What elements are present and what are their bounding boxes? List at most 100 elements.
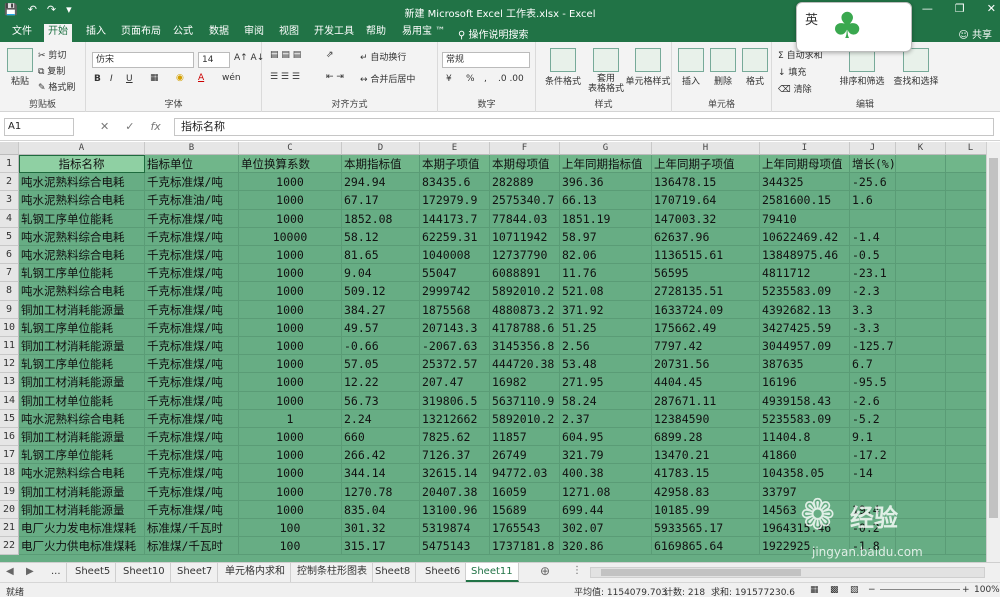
column-header[interactable]: A xyxy=(19,142,145,155)
grid-cell[interactable]: 53.48 xyxy=(560,355,652,374)
grid-cell[interactable]: 266.42 xyxy=(342,446,420,465)
grid-cell[interactable]: 144173.7 xyxy=(420,209,490,228)
close-icon[interactable]: ✕ xyxy=(987,2,996,15)
grid-cell[interactable]: 4939158.43 xyxy=(760,391,850,410)
grid-cell[interactable]: 396.36 xyxy=(560,173,652,192)
grid-cell[interactable]: 172979.9 xyxy=(420,191,490,210)
scroll-thumb[interactable] xyxy=(989,158,998,518)
row-header[interactable]: 2 xyxy=(0,173,19,192)
grid-cell[interactable]: 2581600.15 xyxy=(760,191,850,210)
grid-cell[interactable]: 11404.8 xyxy=(760,428,850,447)
grid-cell[interactable]: -0.66 xyxy=(342,337,420,356)
grid-cell[interactable]: 6.7 xyxy=(850,355,896,374)
grid-cell[interactable]: 41783.15 xyxy=(652,464,760,483)
grid-cell[interactable]: 吨水泥熟料综合电耗 xyxy=(19,173,145,192)
grid-cell[interactable]: 1633724.09 xyxy=(652,300,760,319)
grid-cell[interactable] xyxy=(896,373,946,392)
column-header[interactable]: C xyxy=(239,142,342,155)
row-header[interactable]: 9 xyxy=(0,300,19,319)
grid-cell[interactable]: 千克标准煤/吨 xyxy=(145,355,239,374)
grid-cell[interactable]: 1 xyxy=(239,409,342,428)
column-header[interactable]: D xyxy=(342,142,420,155)
grid-cell[interactable]: 10711942 xyxy=(490,227,560,246)
grid-cell[interactable] xyxy=(896,337,946,356)
header-cell[interactable]: 本期子项值 xyxy=(420,155,490,174)
sheet-tab-sheet11[interactable]: Sheet11 xyxy=(466,563,519,582)
grid-cell[interactable]: 13470.21 xyxy=(652,446,760,465)
grid-cell[interactable]: 千克标准煤/吨 xyxy=(145,373,239,392)
grid-cell[interactable]: 509.12 xyxy=(342,282,420,301)
grid-cell[interactable]: -25.6 xyxy=(850,173,896,192)
row-header[interactable]: 12 xyxy=(0,355,19,374)
sort-filter-button[interactable]: 排序和筛选 xyxy=(838,48,886,87)
grid-cell[interactable]: -2067.63 xyxy=(420,337,490,356)
grid-cell[interactable]: -5.2 xyxy=(850,409,896,428)
grid-cell[interactable]: 100 xyxy=(239,537,342,556)
tell-me-search[interactable]: ⚲ 操作说明搜索 xyxy=(458,26,529,41)
sheet-tab-bar-chart[interactable]: 控制条柱形图表 xyxy=(292,563,373,582)
sheet-tab-sheet7[interactable]: Sheet7 xyxy=(172,563,219,582)
grid-cell[interactable]: 铜加工材消耗能源量 xyxy=(19,300,145,319)
fill-color-icon[interactable]: ◉ xyxy=(176,73,184,83)
grid-cell[interactable]: 104358.05 xyxy=(760,464,850,483)
grid-cell[interactable]: 319806.5 xyxy=(420,391,490,410)
tab-help[interactable]: 帮助 xyxy=(362,25,390,42)
column-header[interactable]: J xyxy=(850,142,896,155)
name-box[interactable]: A1 xyxy=(4,118,74,136)
grid-cell[interactable]: -14 xyxy=(850,464,896,483)
grid-cell[interactable]: 77844.03 xyxy=(490,209,560,228)
grid-cell[interactable]: 4404.45 xyxy=(652,373,760,392)
grid-cell[interactable] xyxy=(896,446,946,465)
grid-cell[interactable]: 344325 xyxy=(760,173,850,192)
row-header[interactable]: 7 xyxy=(0,264,19,283)
grid-cell[interactable]: 12384590 xyxy=(652,409,760,428)
insert-function-icon[interactable]: fx xyxy=(150,120,160,133)
grid-cell[interactable]: 1000 xyxy=(239,318,342,337)
grid-cell[interactable]: 吨水泥熟料综合电耗 xyxy=(19,464,145,483)
enter-icon[interactable]: ✓ xyxy=(125,120,134,133)
grid-cell[interactable]: 1040008 xyxy=(420,246,490,265)
tab-yiyongbao[interactable]: 易用宝 ™ xyxy=(398,25,449,42)
grid-cell[interactable]: 12737790 xyxy=(490,246,560,265)
grid-cell[interactable]: 67.17 xyxy=(342,191,420,210)
grid-cell[interactable]: 16982 xyxy=(490,373,560,392)
grid-cell[interactable]: 1852.08 xyxy=(342,209,420,228)
wrap-text-button[interactable]: ↵ 自动换行 xyxy=(360,50,406,63)
row-header[interactable]: 10 xyxy=(0,318,19,337)
row-header[interactable]: 14 xyxy=(0,391,19,410)
grid-cell[interactable]: -2.3 xyxy=(850,282,896,301)
grid-cell[interactable]: 1737181.8 xyxy=(490,537,560,556)
row-header[interactable]: 11 xyxy=(0,337,19,356)
grid-cell[interactable]: 400.38 xyxy=(560,464,652,483)
grid-cell[interactable]: -3.3 xyxy=(850,318,896,337)
grid-cell[interactable]: 66.13 xyxy=(560,191,652,210)
insert-cells-button[interactable]: 插入 xyxy=(676,48,706,87)
grid-cell[interactable]: 604.95 xyxy=(560,428,652,447)
header-cell[interactable] xyxy=(896,155,946,174)
align-top-icon[interactable]: ▤ ▤ ▤ xyxy=(270,50,301,60)
grid-cell[interactable]: 207.47 xyxy=(420,373,490,392)
grid-cell[interactable]: 81.65 xyxy=(342,246,420,265)
clear-button[interactable]: ⌫ 清除 xyxy=(778,82,812,95)
grid-cell[interactable]: 371.92 xyxy=(560,300,652,319)
zoom-in-icon[interactable]: + xyxy=(962,585,970,595)
tab-view[interactable]: 视图 xyxy=(275,25,303,42)
grid-cell[interactable]: 1875568 xyxy=(420,300,490,319)
select-all-corner[interactable] xyxy=(0,142,19,155)
grid-cell[interactable]: 3145356.8 xyxy=(490,337,560,356)
sheet-tab-more[interactable]: ... xyxy=(46,563,67,582)
next-sheet-icon[interactable]: ▶ xyxy=(26,566,34,577)
grid-cell[interactable]: -23.1 xyxy=(850,264,896,283)
grid-cell[interactable]: 5319874 xyxy=(420,519,490,538)
maximize-icon[interactable]: ❐ xyxy=(955,2,965,15)
grid-cell[interactable]: 13212662 xyxy=(420,409,490,428)
grid-cell[interactable]: 千克标准煤/吨 xyxy=(145,227,239,246)
indent-icon[interactable]: ⇤ ⇥ xyxy=(326,72,344,82)
grid-cell[interactable]: 千克标准煤/吨 xyxy=(145,209,239,228)
grid-cell[interactable]: 13100.96 xyxy=(420,500,490,519)
grid-cell[interactable]: 1.6 xyxy=(850,191,896,210)
grid-cell[interactable]: 10622469.42 xyxy=(760,227,850,246)
row-header[interactable]: 13 xyxy=(0,373,19,392)
grid-cell[interactable]: 7126.37 xyxy=(420,446,490,465)
grid-cell[interactable]: 铜加工材消耗能源量 xyxy=(19,482,145,501)
